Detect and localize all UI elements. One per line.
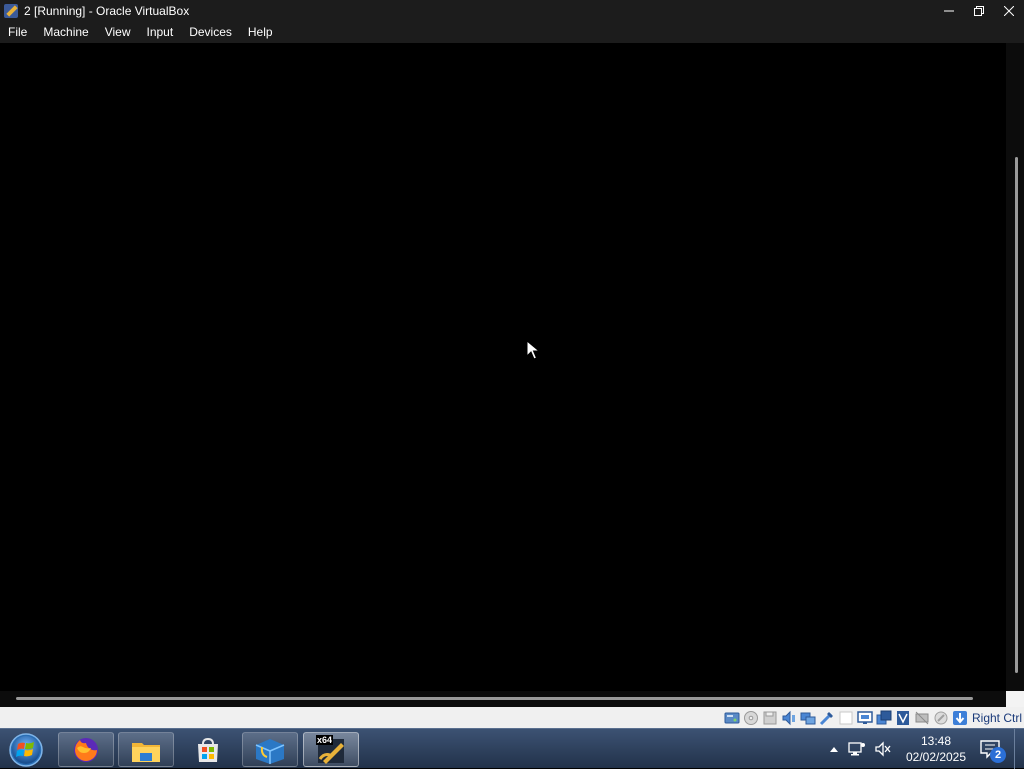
menu-bar: File Machine View Input Devices Help (0, 21, 1024, 43)
minimize-button[interactable] (934, 0, 964, 21)
chevron-up-icon (830, 747, 838, 752)
menu-machine[interactable]: Machine (35, 21, 96, 43)
vm-icon-badge: x64 (316, 735, 334, 745)
network-status-icon (848, 742, 865, 756)
vertical-scrollbar[interactable] (1006, 43, 1024, 691)
menu-help[interactable]: Help (240, 21, 281, 43)
tray-network[interactable] (844, 741, 870, 757)
volume-muted-icon (875, 741, 891, 757)
show-desktop-button[interactable] (1014, 729, 1024, 769)
vm-display-area (0, 43, 1024, 707)
title-bar: 2 [Running] - Oracle VirtualBox (0, 0, 1024, 21)
action-center-button[interactable]: 2 (976, 735, 1006, 763)
show-hidden-icons-button[interactable] (824, 745, 844, 753)
floppy-icon[interactable] (762, 710, 778, 726)
menu-devices[interactable]: Devices (181, 21, 240, 43)
close-button[interactable] (994, 0, 1024, 21)
vrde-icon[interactable] (895, 710, 911, 726)
window-controls (934, 0, 1024, 21)
menu-file[interactable]: File (0, 21, 35, 43)
video-capture-icon[interactable] (876, 710, 892, 726)
taskbar-file-explorer[interactable] (118, 732, 174, 767)
firefox-icon (74, 737, 98, 762)
optical-drive-icon[interactable] (743, 710, 759, 726)
clock-date: 02/02/2025 (905, 750, 967, 764)
start-button[interactable] (6, 731, 46, 769)
vm-screen[interactable] (0, 43, 1006, 688)
minimize-icon (944, 10, 954, 11)
tray-volume[interactable] (870, 741, 896, 757)
taskbar-virtualbox-vm[interactable]: x64 (303, 732, 359, 767)
vertical-scrollbar-thumb[interactable] (1015, 157, 1018, 673)
status-bar: Right Ctrl (0, 707, 1024, 728)
taskbar-microsoft-store[interactable] (180, 732, 236, 767)
virtualbox-icon (3, 3, 19, 19)
hard-disk-icon[interactable] (724, 710, 740, 726)
windows-logo-icon (9, 733, 43, 767)
clock-time: 13:48 (920, 734, 952, 748)
window-title: 2 [Running] - Oracle VirtualBox (24, 3, 190, 18)
microsoft-store-icon (198, 737, 218, 762)
display-icon[interactable] (857, 710, 873, 726)
horizontal-scrollbar[interactable] (0, 691, 1006, 707)
audio-icon[interactable] (781, 710, 797, 726)
clock[interactable]: 13:48 02/02/2025 (904, 733, 968, 765)
virtualbox-manager-icon (255, 738, 285, 764)
network-icon[interactable] (800, 710, 816, 726)
mouse-integration-icon[interactable] (933, 710, 949, 726)
file-explorer-icon (132, 742, 160, 762)
scrollbar-corner (1006, 691, 1024, 707)
restore-button[interactable] (964, 0, 994, 21)
host-key-label[interactable]: Right Ctrl (972, 711, 1024, 725)
menu-input[interactable]: Input (139, 21, 182, 43)
mouse-cursor-icon (526, 340, 540, 360)
taskbar-firefox[interactable] (58, 732, 114, 767)
taskbar: x64 13:48 02/02/2025 2 (0, 728, 1024, 769)
system-tray: 13:48 02/02/2025 2 (824, 729, 1024, 769)
shared-folders-icon[interactable] (838, 710, 854, 726)
menu-view[interactable]: View (97, 21, 139, 43)
usb-icon[interactable] (819, 710, 835, 726)
restore-icon (974, 5, 984, 16)
taskbar-virtualbox-manager[interactable] (242, 732, 298, 767)
close-icon (1004, 5, 1014, 16)
cpu-icon[interactable] (914, 710, 930, 726)
horizontal-scrollbar-thumb[interactable] (16, 697, 973, 700)
keyboard-icon[interactable] (952, 710, 968, 726)
notification-count-badge: 2 (990, 747, 1006, 763)
